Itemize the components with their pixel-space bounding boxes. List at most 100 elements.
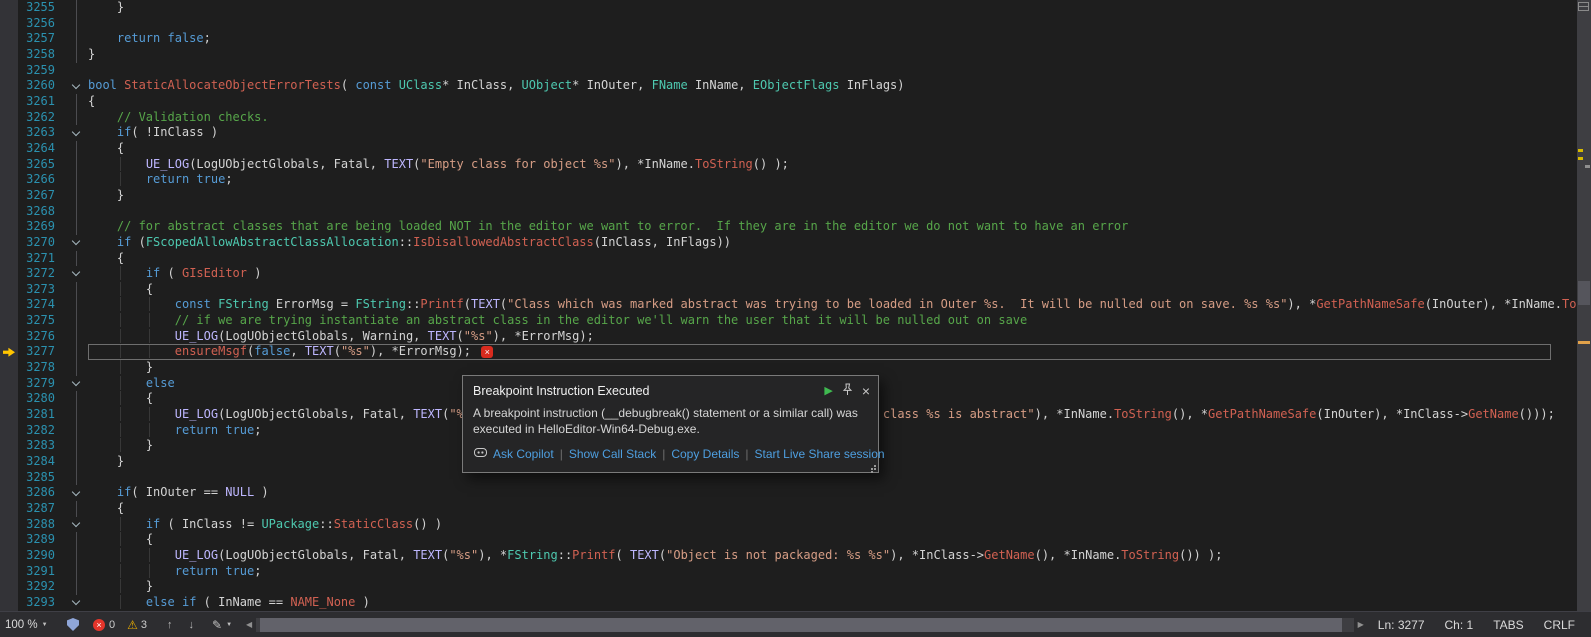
- code-line[interactable]: 3256: [0, 16, 1577, 32]
- code-text[interactable]: │ UE_LOG(LogUObjectGlobals, Fatal, TEXT(…: [88, 157, 1577, 173]
- breakpoint-margin[interactable]: [0, 157, 18, 173]
- previous-issue-button[interactable]: ↑: [167, 619, 173, 631]
- vertical-scrollbar-thumb[interactable]: [1578, 281, 1590, 305]
- continue-execution-icon[interactable]: ▶: [824, 385, 832, 397]
- breakpoint-margin[interactable]: [0, 235, 18, 251]
- code-text[interactable]: {: [88, 94, 1577, 110]
- breakpoint-margin[interactable]: [0, 391, 18, 407]
- code-text[interactable]: {: [88, 251, 1577, 267]
- pin-icon[interactable]: [842, 383, 853, 398]
- code-text[interactable]: }: [88, 188, 1577, 204]
- code-text[interactable]: {: [88, 141, 1577, 157]
- breakpoint-margin[interactable]: [0, 47, 18, 63]
- code-line[interactable]: 3264 {: [0, 141, 1577, 157]
- code-text[interactable]: │ if ( GIsEditor ): [88, 266, 1577, 282]
- code-text[interactable]: if( InOuter == NULL ): [88, 485, 1577, 501]
- dialog-link-show-call-stack[interactable]: Show Call Stack: [569, 447, 656, 461]
- breakpoint-margin[interactable]: [0, 501, 18, 517]
- code-text[interactable]: [88, 63, 1577, 79]
- breakpoint-margin[interactable]: [0, 485, 18, 501]
- resize-grip[interactable]: [867, 461, 876, 470]
- vertical-scrollbar[interactable]: [1577, 0, 1591, 611]
- code-text[interactable]: │ if ( InClass != UPackage::StaticClass(…: [88, 517, 1577, 533]
- code-line[interactable]: 3291 │ │ return true;: [0, 564, 1577, 580]
- breakpoint-margin[interactable]: [0, 141, 18, 157]
- code-text[interactable]: │ │ return true;: [88, 564, 1577, 580]
- breakpoint-margin[interactable]: [0, 376, 18, 392]
- code-text[interactable]: [88, 204, 1577, 220]
- code-line[interactable]: 3258}: [0, 47, 1577, 63]
- breakpoint-margin[interactable]: [0, 16, 18, 32]
- code-text[interactable]: │ }: [88, 360, 1577, 376]
- code-line[interactable]: 3272 │ if ( GIsEditor ): [0, 266, 1577, 282]
- breakpoint-margin[interactable]: [0, 423, 18, 439]
- code-line[interactable]: 3290 │ │ UE_LOG(LogUObjectGlobals, Fatal…: [0, 548, 1577, 564]
- fold-collapse-control[interactable]: [64, 235, 88, 251]
- code-text[interactable]: │ │ UE_LOG(LogUObjectGlobals, Warning, T…: [88, 329, 1577, 345]
- breakpoint-margin[interactable]: [0, 564, 18, 580]
- breakpoint-margin[interactable]: [0, 438, 18, 454]
- code-text[interactable]: if( !InClass ): [88, 125, 1577, 141]
- document-health-icon[interactable]: [67, 618, 79, 631]
- hscroll-left-arrow[interactable]: ◀: [246, 620, 252, 629]
- fold-collapse-control[interactable]: [64, 595, 88, 611]
- code-text[interactable]: // Validation checks.: [88, 110, 1577, 126]
- code-text[interactable]: bool StaticAllocateObjectErrorTests( con…: [88, 78, 1577, 94]
- track-changes-button[interactable]: ✎ ▼: [212, 618, 232, 632]
- split-editor-handle[interactable]: [1578, 2, 1589, 11]
- code-text[interactable]: │ {: [88, 282, 1577, 298]
- breakpoint-margin[interactable]: [0, 0, 18, 16]
- breakpoint-margin[interactable]: [0, 360, 18, 376]
- code-line[interactable]: 3274 │ │ const FString ErrorMsg = FStrin…: [0, 297, 1577, 313]
- breakpoint-margin[interactable]: [0, 532, 18, 548]
- code-text[interactable]: if (FScopedAllowAbstractClassAllocation:…: [88, 235, 1577, 251]
- breakpoint-margin[interactable]: [0, 78, 18, 94]
- breakpoint-margin[interactable]: [0, 125, 18, 141]
- horizontal-scrollbar-thumb[interactable]: [260, 618, 1341, 632]
- code-line[interactable]: 3260bool StaticAllocateObjectErrorTests(…: [0, 78, 1577, 94]
- breakpoint-margin[interactable]: [0, 172, 18, 188]
- code-text[interactable]: │ }: [88, 579, 1577, 595]
- close-icon[interactable]: ×: [862, 385, 870, 397]
- breakpoint-margin[interactable]: [0, 595, 18, 611]
- breakpoint-margin[interactable]: [0, 204, 18, 220]
- breakpoint-margin[interactable]: [0, 219, 18, 235]
- code-text[interactable]: }: [88, 0, 1577, 16]
- code-line[interactable]: 3271 {: [0, 251, 1577, 267]
- code-line[interactable]: 3292 │ }: [0, 579, 1577, 595]
- code-line[interactable]: 3268: [0, 204, 1577, 220]
- code-text[interactable]: │ {: [88, 532, 1577, 548]
- breakpoint-margin[interactable]: [0, 470, 18, 486]
- fold-collapse-control[interactable]: [64, 485, 88, 501]
- dialog-link-start-live-share-session[interactable]: Start Live Share session: [754, 447, 884, 461]
- code-line[interactable]: 3257 return false;: [0, 31, 1577, 47]
- zoom-control[interactable]: 100 % ▼: [5, 619, 57, 631]
- code-line[interactable]: 3287 {: [0, 501, 1577, 517]
- breakpoint-margin[interactable]: [0, 579, 18, 595]
- code-line[interactable]: 3273 │ {: [0, 282, 1577, 298]
- breakpoint-margin[interactable]: [0, 110, 18, 126]
- breakpoint-margin[interactable]: [0, 251, 18, 267]
- next-issue-button[interactable]: ↓: [189, 619, 195, 631]
- eol-indicator[interactable]: CRLF: [1544, 618, 1575, 632]
- code-line[interactable]: 3275 │ │ // if we are trying instantiate…: [0, 313, 1577, 329]
- code-text[interactable]: {: [88, 501, 1577, 517]
- code-line[interactable]: 3288 │ if ( InClass != UPackage::StaticC…: [0, 517, 1577, 533]
- breakpoint-margin[interactable]: [0, 94, 18, 110]
- code-area[interactable]: 3255 }32563257 return false;3258}3259326…: [0, 0, 1577, 611]
- breakpoint-margin[interactable]: [0, 407, 18, 423]
- code-line[interactable]: 3267 }: [0, 188, 1577, 204]
- code-line[interactable]: 3278 │ }: [0, 360, 1577, 376]
- breakpoint-margin[interactable]: [0, 188, 18, 204]
- fold-collapse-control[interactable]: [64, 125, 88, 141]
- breakpoint-margin[interactable]: [0, 297, 18, 313]
- fold-collapse-control[interactable]: [64, 266, 88, 282]
- code-line[interactable]: 3259: [0, 63, 1577, 79]
- code-line[interactable]: 3293 │ else if ( InName == NAME_None ): [0, 595, 1577, 611]
- code-line[interactable]: 3277 │ │ ensureMsgf(false, TEXT("%s"), *…: [0, 344, 1577, 360]
- dialog-link-ask-copilot[interactable]: Ask Copilot: [493, 447, 554, 461]
- tabs-indicator[interactable]: TABS: [1493, 618, 1523, 632]
- code-line[interactable]: 3266 │ return true;: [0, 172, 1577, 188]
- hscroll-right-arrow[interactable]: ▶: [1358, 620, 1364, 629]
- code-line[interactable]: 3255 }: [0, 0, 1577, 16]
